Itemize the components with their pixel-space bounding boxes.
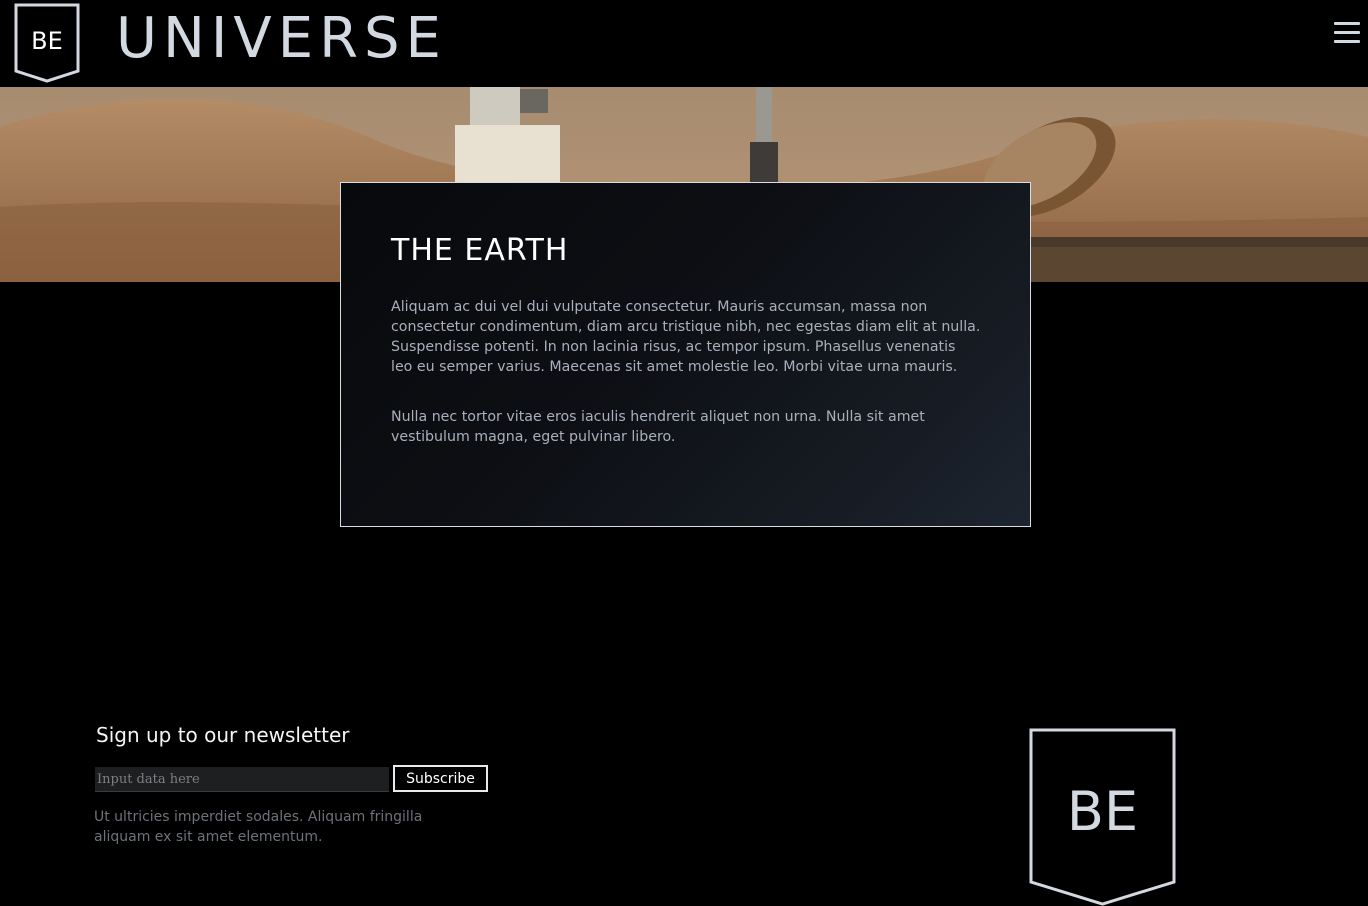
logo-text: BE: [31, 27, 63, 55]
content-card: THE EARTH Aliquam ac dui vel dui vulputa…: [340, 182, 1031, 527]
hamburger-menu-icon[interactable]: [1334, 22, 1360, 48]
footer-logo-text: BE: [1067, 780, 1138, 843]
newsletter-email-input[interactable]: [95, 767, 389, 792]
card-body: Aliquam ac dui vel dui vulputate consect…: [391, 297, 981, 477]
logo-badge[interactable]: BE: [14, 3, 80, 83]
brand-title[interactable]: UNIVERSE: [116, 6, 447, 72]
card-paragraph: Aliquam ac dui vel dui vulputate consect…: [391, 299, 981, 375]
newsletter-description: Ut ultricies imperdiet sodales. Aliquam …: [94, 809, 423, 845]
site-header: BE UNIVERSE: [0, 0, 1368, 87]
page: BE UNIVERSE THE EARTH Aliquam ac dui vel…: [0, 0, 1368, 906]
footer-logo-badge: BE: [1029, 728, 1176, 906]
newsletter-title: Sign up to our newsletter: [96, 723, 350, 747]
card-title: THE EARTH: [391, 233, 569, 268]
subscribe-button[interactable]: Subscribe: [393, 765, 488, 792]
card-paragraph: Nulla nec tortor vitae eros iaculis hend…: [391, 409, 925, 445]
